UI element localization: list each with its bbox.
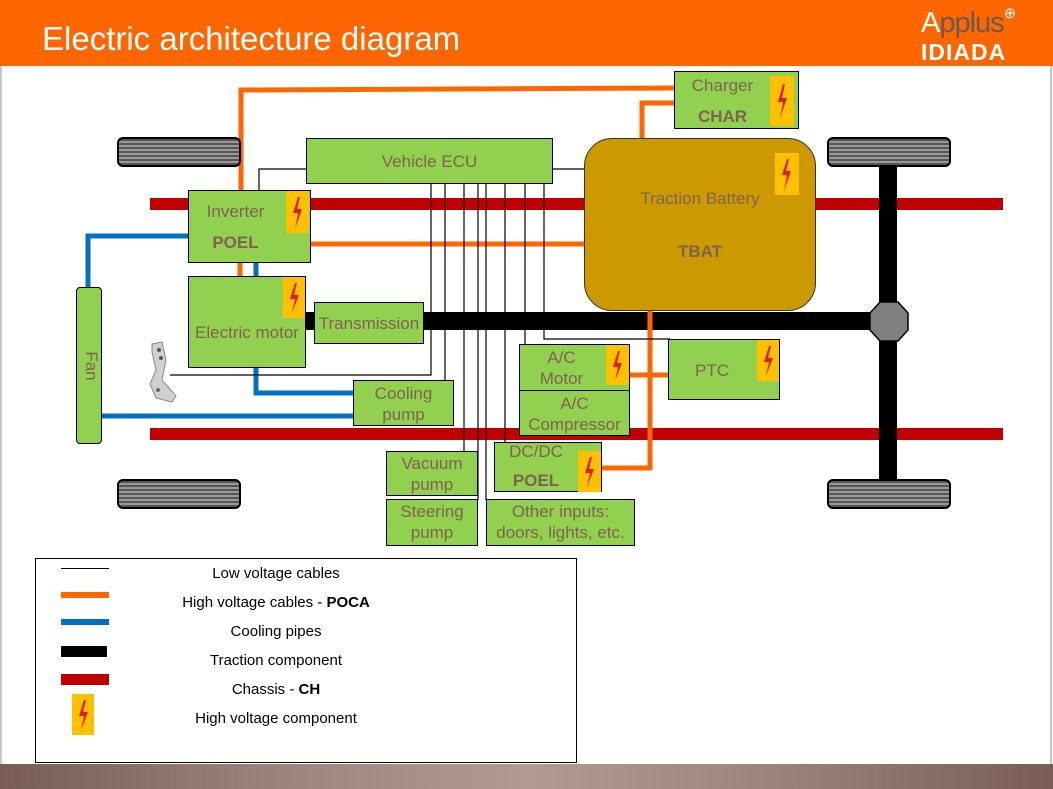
legend-label-text: High voltage cables - xyxy=(182,594,327,611)
high-voltage-icon xyxy=(757,340,779,381)
other-inputs-label-2: doors, lights, etc. xyxy=(496,523,625,542)
dcdc-code: POEL xyxy=(512,471,560,490)
legend-label-bold: CH xyxy=(298,681,321,698)
other-inputs-box[interactable]: Other inputs: doors, lights, etc. xyxy=(486,499,635,546)
tire-rear-right xyxy=(827,479,951,509)
dcdc-box[interactable]: DC/DC POEL xyxy=(494,442,602,492)
steering-pump-label-1: Steering xyxy=(400,502,464,521)
high-voltage-icon xyxy=(578,451,601,492)
inverter-label: Inverter xyxy=(206,202,265,221)
high-voltage-icon xyxy=(283,277,305,318)
ac-motor-box[interactable]: A/C Motor xyxy=(519,344,630,391)
ac-compressor-box[interactable]: A/C Compressor xyxy=(519,390,630,436)
legend-label: Low voltage cables xyxy=(36,565,516,582)
legend-item-cooling: Cooling pipes xyxy=(36,619,576,645)
legend-item-chassis: Chassis - CH xyxy=(36,674,576,703)
fan-label: Fan xyxy=(82,351,101,381)
traction-battery-code: TBAT xyxy=(677,242,723,261)
legend-label: High voltage component xyxy=(36,710,516,727)
vehicle-ecu-label: Vehicle ECU xyxy=(381,152,478,171)
legend-item-hv-component: High voltage component xyxy=(36,694,576,735)
legend-label-text: Traction component xyxy=(209,652,342,669)
tire-front-right xyxy=(117,479,241,509)
high-voltage-icon xyxy=(775,153,799,195)
footer-bar xyxy=(0,764,1053,789)
cooling-pipe-fan-inverter xyxy=(85,233,190,288)
legend-label: High voltage cables - POCA xyxy=(36,594,516,611)
legend-label-text: Low voltage cables xyxy=(212,565,340,582)
electric-motor-box[interactable]: Electric motor xyxy=(188,276,306,368)
dcdc-label: DC/DC xyxy=(509,442,563,461)
legend-label-text: Cooling pipes xyxy=(230,623,322,640)
vehicle-ecu-box[interactable]: Vehicle ECU xyxy=(306,138,553,184)
tire-rear-left xyxy=(827,137,951,167)
high-voltage-icon xyxy=(606,345,629,385)
ptc-label: PTC xyxy=(695,361,729,380)
transmission-label: Transmission xyxy=(318,314,420,333)
charger-label: Charger xyxy=(691,76,754,95)
inverter-code: POEL xyxy=(212,233,259,252)
other-inputs-label-1: Other inputs: xyxy=(511,502,610,521)
inverter-box[interactable]: Inverter POEL xyxy=(188,190,311,263)
ac-compressor-label-2: Compressor xyxy=(528,415,621,434)
hv-cable-charger-battery xyxy=(639,100,676,140)
lv-ecu-inverter xyxy=(258,168,307,191)
legend-item-low-voltage: Low voltage cables xyxy=(36,561,576,587)
vacuum-pump-box[interactable]: Vacuum pump xyxy=(386,451,478,496)
legend-label: Chassis - CH xyxy=(36,681,516,698)
cooling-pump-label-1: Cooling xyxy=(374,384,433,403)
legend-label: Traction component xyxy=(36,652,516,669)
steering-pump-box[interactable]: Steering pump xyxy=(386,499,478,546)
ptc-box[interactable]: PTC xyxy=(668,339,780,400)
accelerator-pedal-icon xyxy=(149,341,177,403)
steering-pump-label-2: pump xyxy=(410,523,454,542)
differential xyxy=(869,301,909,342)
tire-front-left xyxy=(117,137,241,167)
legend-item-high-voltage: High voltage cables - POCA xyxy=(36,590,576,616)
charger-box[interactable]: Charger CHAR xyxy=(674,71,799,129)
legend: Low voltage cables High voltage cables -… xyxy=(35,558,577,763)
legend-label-text: Chassis - xyxy=(231,681,299,698)
vacuum-pump-label-2: pump xyxy=(410,475,454,494)
ac-motor-label-2: Motor xyxy=(539,369,584,388)
legend-item-traction: Traction component xyxy=(36,646,576,674)
cooling-pump-label-2: pump xyxy=(382,405,425,424)
traction-battery-box[interactable]: Traction Battery TBAT xyxy=(584,138,816,311)
fan-box[interactable]: Fan xyxy=(76,287,102,444)
high-voltage-icon xyxy=(770,76,794,126)
ac-compressor-label-1: A/C xyxy=(560,394,589,413)
electric-motor-label: Electric motor xyxy=(195,323,299,342)
cooling-pump-box[interactable]: Cooling pump xyxy=(353,380,454,426)
charger-code: CHAR xyxy=(697,107,748,126)
high-voltage-icon xyxy=(286,191,309,233)
legend-label-bold: POCA xyxy=(326,594,370,611)
transmission-box[interactable]: Transmission xyxy=(314,302,424,344)
vacuum-pump-label-1: Vacuum xyxy=(401,454,463,473)
legend-label-text: High voltage component xyxy=(195,710,357,727)
cooling-pipe-motor-pump xyxy=(253,367,355,396)
ac-motor-label-1: A/C xyxy=(547,348,576,367)
legend-label: Cooling pipes xyxy=(36,623,516,640)
